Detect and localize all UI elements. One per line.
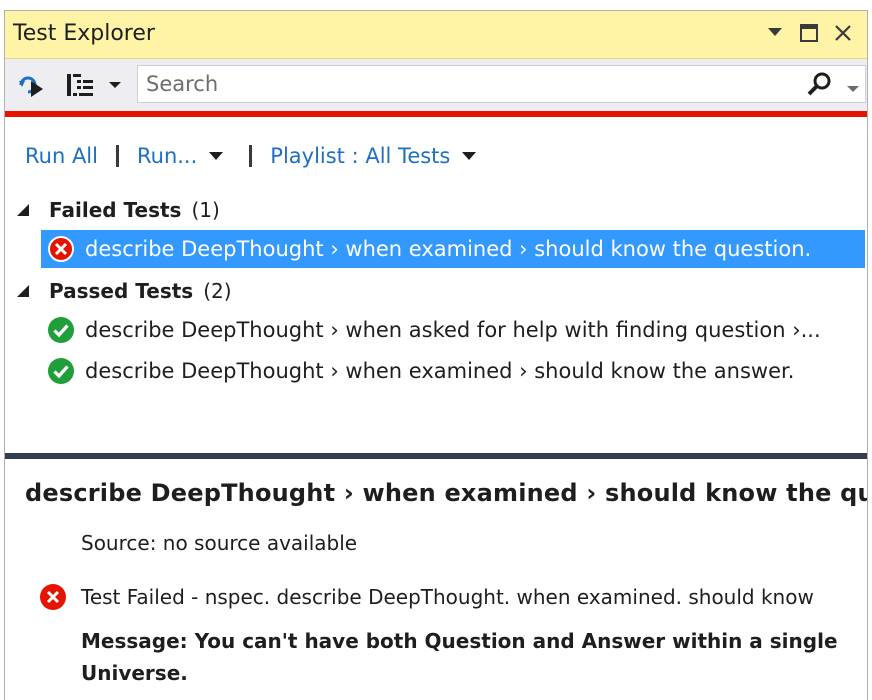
failure-status-bar <box>5 111 867 117</box>
search-icon[interactable] <box>807 71 833 101</box>
close-icon[interactable] <box>829 19 857 47</box>
detail-title: describe DeepThought › when examined › s… <box>25 479 868 507</box>
test-row-failed[interactable]: describe DeepThought › when examined › s… <box>41 230 865 268</box>
group-name: Passed Tests <box>49 279 194 303</box>
search-options-dropdown-icon[interactable] <box>847 79 859 98</box>
run-dropdown-button[interactable]: Run... <box>136 144 224 168</box>
playlist-dropdown-button[interactable]: Playlist : All Tests <box>270 144 477 168</box>
detail-message: Message: You can't have both Question an… <box>81 629 838 685</box>
test-row-passed[interactable]: describe DeepThought › when asked for he… <box>41 311 865 349</box>
pane-splitter[interactable] <box>5 453 867 459</box>
chevron-down-icon <box>462 152 477 160</box>
run-debug-icon[interactable] <box>17 71 51 99</box>
test-label: describe DeepThought › when asked for he… <box>85 318 821 342</box>
test-label: describe DeepThought › when examined › s… <box>85 237 812 261</box>
run-label: Run... <box>136 144 198 168</box>
group-by-icon[interactable] <box>65 71 125 99</box>
expand-triangle-icon[interactable] <box>17 204 29 216</box>
dropdown-arrow-icon[interactable] <box>761 19 789 47</box>
separator <box>249 145 253 167</box>
expand-triangle-icon[interactable] <box>17 285 29 297</box>
failed-icon <box>40 584 66 610</box>
toolbar <box>5 59 867 111</box>
test-explorer-window: Test Explorer Search Run All Run... Play… <box>4 10 868 700</box>
detail-source: Source: no source available <box>81 531 358 555</box>
group-count: (2) <box>203 279 232 303</box>
separator <box>115 145 119 167</box>
test-row-passed[interactable]: describe DeepThought › when examined › s… <box>41 352 865 390</box>
result-text: Test Failed - nspec. describe DeepThough… <box>81 585 814 609</box>
playlist-label: Playlist : All Tests <box>270 144 451 168</box>
run-all-button[interactable]: Run All <box>25 144 98 168</box>
failed-tests-group[interactable]: Failed Tests (1) <box>5 193 220 227</box>
passed-icon <box>48 317 74 343</box>
chevron-down-icon <box>209 152 224 160</box>
title-bar: Test Explorer <box>5 11 867 59</box>
command-bar: Run All Run... Playlist : All Tests <box>25 139 477 173</box>
maximize-icon[interactable] <box>795 19 823 47</box>
search-input[interactable] <box>138 66 798 102</box>
window-title: Test Explorer <box>13 21 155 46</box>
detail-result: Test Failed - nspec. describe DeepThough… <box>39 581 814 613</box>
group-count: (1) <box>191 198 220 222</box>
passed-tests-group[interactable]: Passed Tests (2) <box>5 274 232 308</box>
failed-icon <box>48 236 74 262</box>
search-box[interactable] <box>137 65 866 103</box>
passed-icon <box>48 358 74 384</box>
group-name: Failed Tests <box>49 198 182 222</box>
test-label: describe DeepThought › when examined › s… <box>85 359 795 383</box>
